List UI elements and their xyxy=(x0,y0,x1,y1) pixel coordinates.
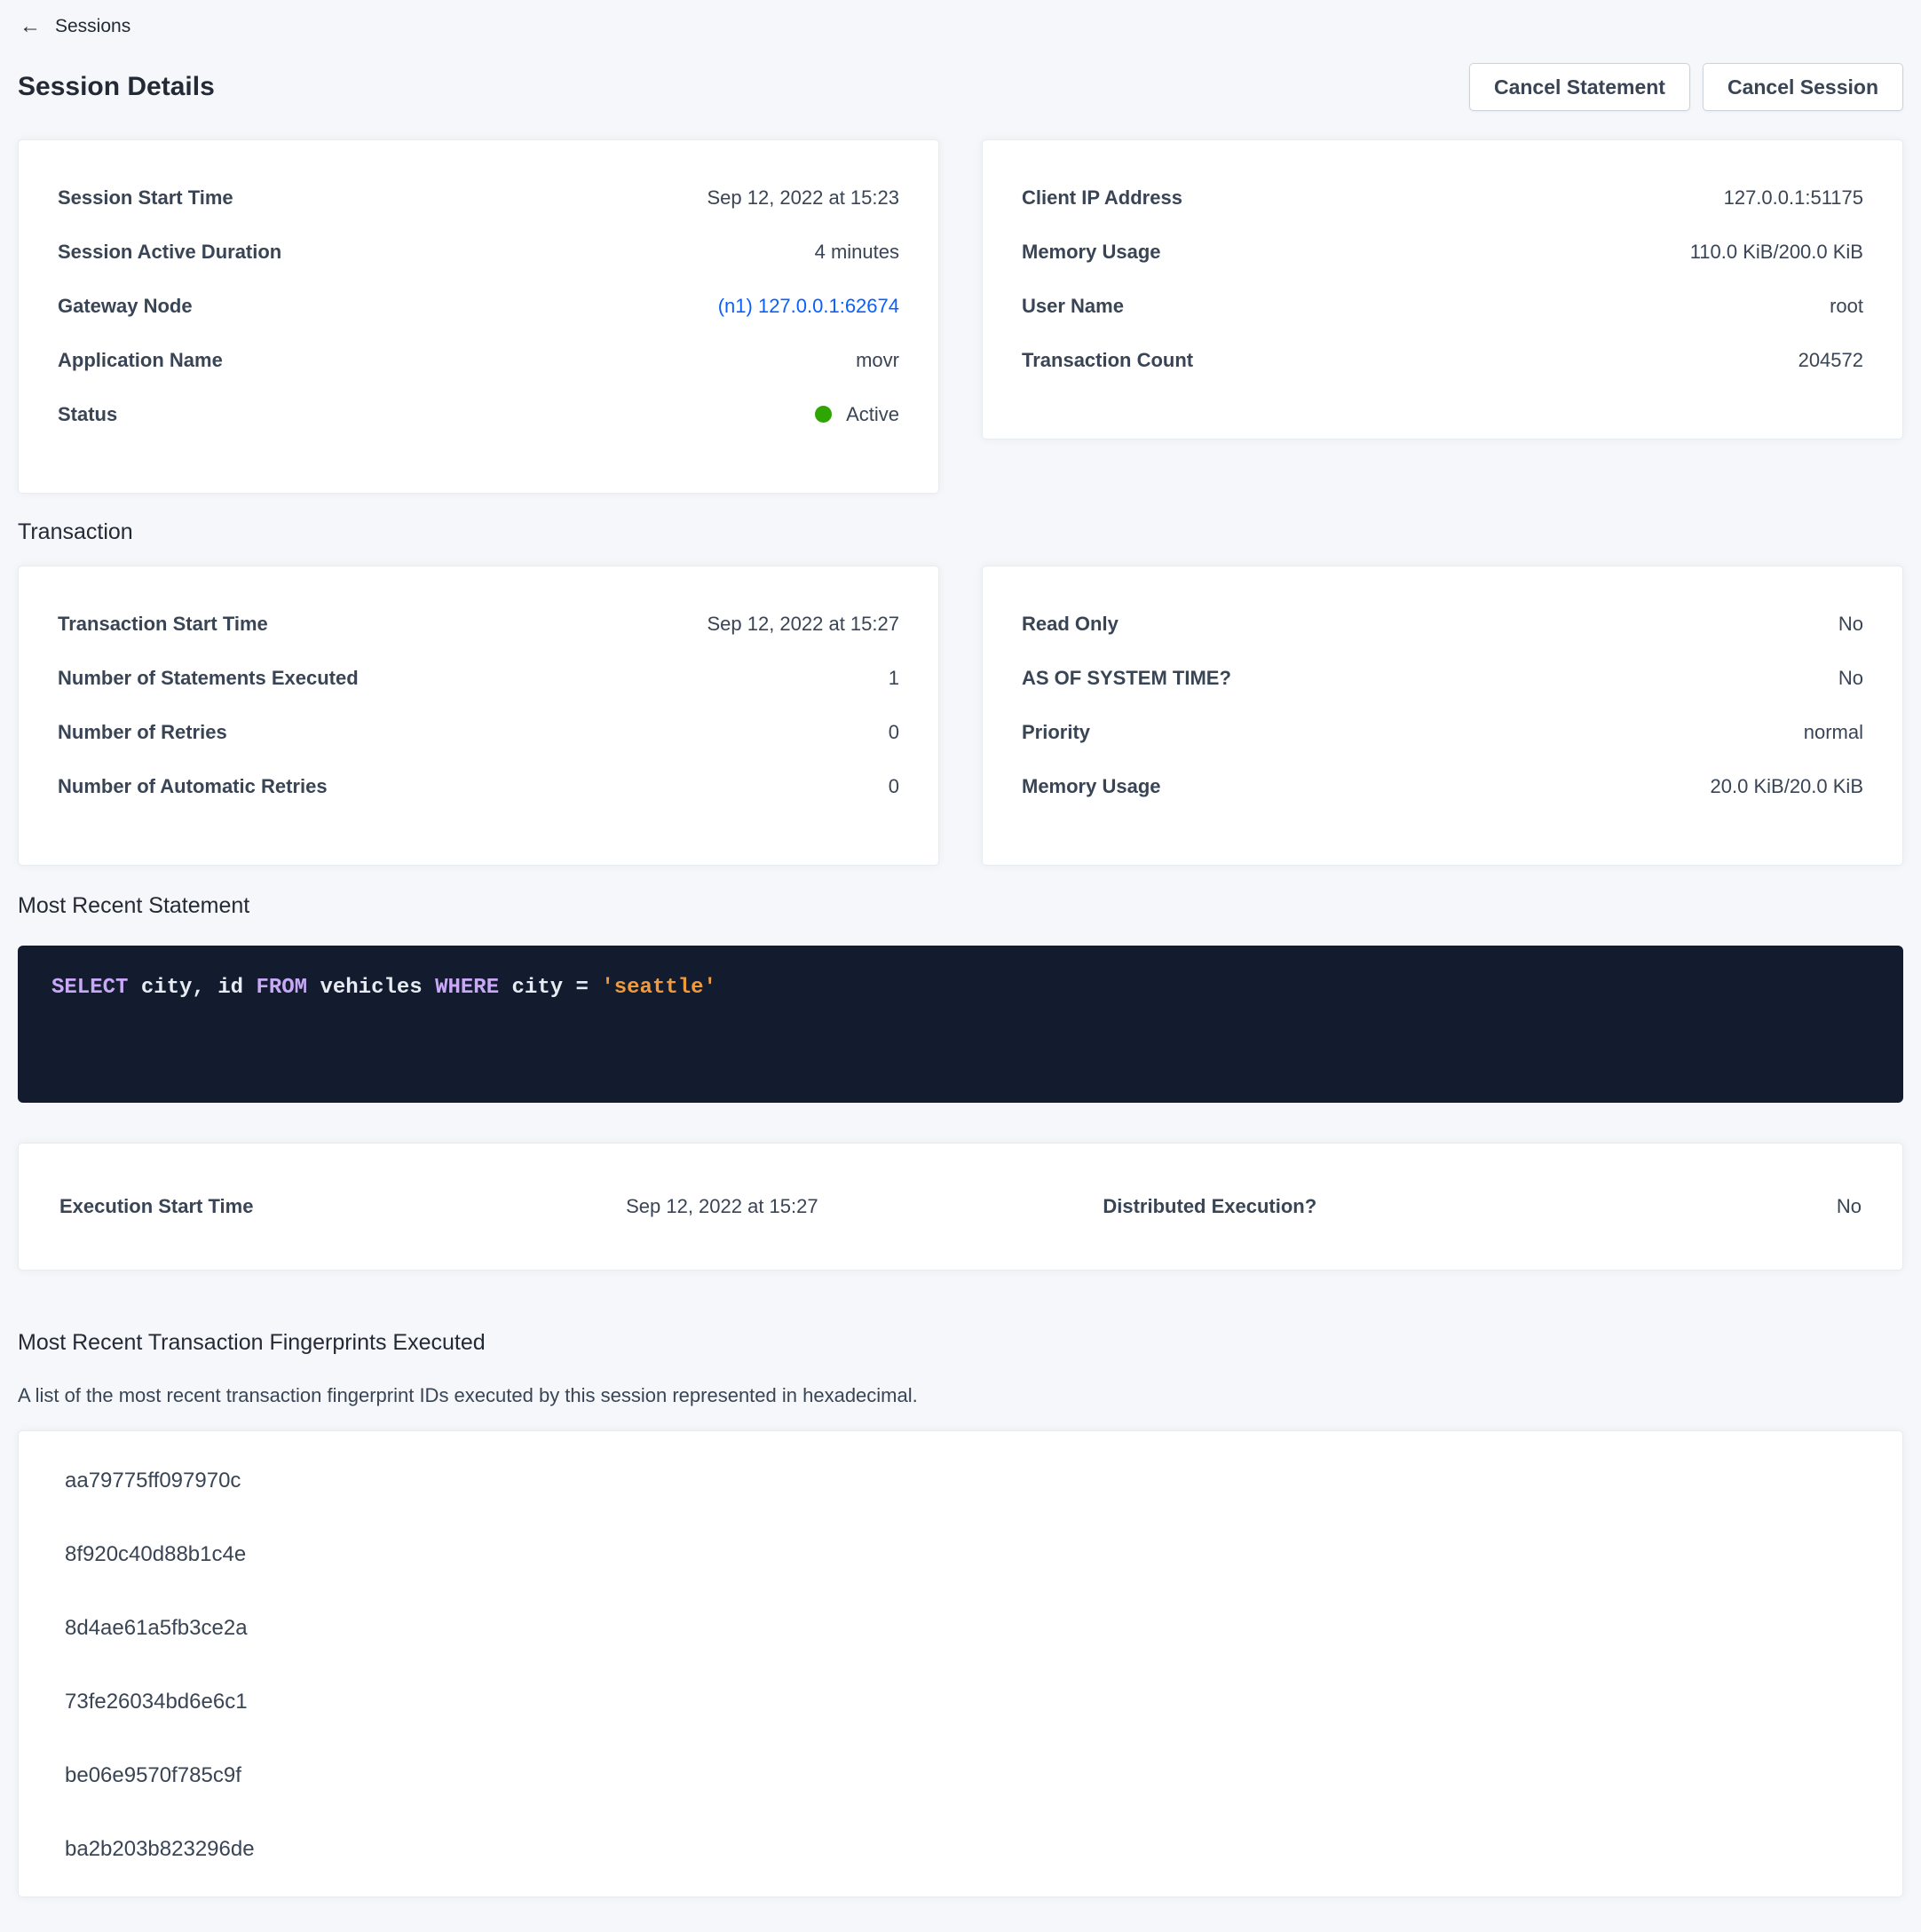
cancel-statement-button[interactable]: Cancel Statement xyxy=(1469,63,1690,111)
gateway-node-row: Gateway Node (n1) 127.0.0.1:62674 xyxy=(58,279,899,333)
fingerprints-description: A list of the most recent transaction fi… xyxy=(18,1382,1903,1409)
fingerprint-id-item: aa79775ff097970c xyxy=(19,1444,1902,1517)
status-row: Status Active xyxy=(58,387,899,441)
transaction-start-time-label: Transaction Start Time xyxy=(58,613,268,636)
transaction-memory-usage-value: 20.0 KiB/20.0 KiB xyxy=(1711,775,1863,798)
fingerprint-id-item: ba2b203b823296de xyxy=(19,1812,1902,1886)
execution-details-row: Execution Start Time Sep 12, 2022 at 15:… xyxy=(59,1195,1862,1218)
read-only-value: No xyxy=(1838,613,1863,636)
header-actions: Cancel Statement Cancel Session xyxy=(1469,63,1903,111)
as-of-system-time-label: AS OF SYSTEM TIME? xyxy=(1022,667,1231,690)
user-name-row: User Name root xyxy=(1022,279,1863,333)
session-summary-section: Session Start Time Sep 12, 2022 at 15:23… xyxy=(18,139,1903,494)
priority-label: Priority xyxy=(1022,721,1090,744)
fingerprint-id-item: 8d4ae61a5fb3ce2a xyxy=(19,1591,1902,1665)
distributed-execution-value: No xyxy=(1837,1195,1862,1218)
session-memory-usage-row: Memory Usage 110.0 KiB/200.0 KiB xyxy=(1022,225,1863,279)
status-label: Status xyxy=(58,403,117,426)
execution-start-time-pair: Execution Start Time Sep 12, 2022 at 15:… xyxy=(59,1195,818,1218)
session-active-duration-row: Session Active Duration 4 minutes xyxy=(58,225,899,279)
statements-executed-label: Number of Statements Executed xyxy=(58,667,359,690)
fingerprint-id-item: 8f920c40d88b1c4e xyxy=(19,1517,1902,1591)
session-active-duration-value: 4 minutes xyxy=(815,241,899,264)
fingerprints-section-heading: Most Recent Transaction Fingerprints Exe… xyxy=(18,1329,1903,1356)
read-only-row: Read Only No xyxy=(1022,597,1863,651)
sql-plain-predicate: city = xyxy=(499,976,601,1000)
cancel-session-button[interactable]: Cancel Session xyxy=(1703,63,1903,111)
priority-value: normal xyxy=(1804,721,1863,744)
transaction-card-right: Read Only No AS OF SYSTEM TIME? No Prior… xyxy=(982,566,1903,866)
distributed-execution-pair: Distributed Execution? No xyxy=(1103,1195,1862,1218)
user-name-value: root xyxy=(1830,295,1863,318)
application-name-value: movr xyxy=(856,349,899,372)
page-title: Session Details xyxy=(18,71,215,103)
retries-row: Number of Retries 0 xyxy=(58,705,899,759)
sql-keyword-select: SELECT xyxy=(51,976,128,1000)
sql-plain-columns: city, id xyxy=(128,976,256,1000)
automatic-retries-row: Number of Automatic Retries 0 xyxy=(58,759,899,813)
breadcrumb-back-sessions[interactable]: ← Sessions xyxy=(18,11,132,43)
transaction-count-row: Transaction Count 204572 xyxy=(1022,333,1863,387)
statements-executed-row: Number of Statements Executed 1 xyxy=(58,651,899,705)
session-details-page: ← Sessions Session Details Cancel Statem… xyxy=(0,0,1921,1897)
application-name-row: Application Name movr xyxy=(58,333,899,387)
priority-row: Priority normal xyxy=(1022,705,1863,759)
retries-value: 0 xyxy=(889,721,899,744)
fingerprint-id-item: be06e9570f785c9f xyxy=(19,1738,1902,1812)
transaction-section-heading: Transaction xyxy=(18,519,1903,545)
read-only-label: Read Only xyxy=(1022,613,1119,636)
client-ip-label: Client IP Address xyxy=(1022,186,1182,210)
fingerprint-id-item: 73fe26034bd6e6c1 xyxy=(19,1665,1902,1738)
as-of-system-time-value: No xyxy=(1838,667,1863,690)
transaction-memory-usage-row: Memory Usage 20.0 KiB/20.0 KiB xyxy=(1022,759,1863,813)
execution-start-time-label: Execution Start Time xyxy=(59,1195,253,1218)
retries-label: Number of Retries xyxy=(58,721,227,744)
sql-string-literal: 'seattle' xyxy=(601,976,716,1000)
client-ip-value: 127.0.0.1:51175 xyxy=(1724,186,1863,210)
session-memory-usage-value: 110.0 KiB/200.0 KiB xyxy=(1690,241,1863,264)
sql-keyword-where: WHERE xyxy=(435,976,499,1000)
gateway-node-link[interactable]: (n1) 127.0.0.1:62674 xyxy=(718,295,899,318)
back-arrow-icon: ← xyxy=(20,16,41,37)
sql-statement-box: SELECT city, id FROM vehicles WHERE city… xyxy=(18,946,1903,1103)
transaction-section: Transaction Start Time Sep 12, 2022 at 1… xyxy=(18,566,1903,866)
user-name-label: User Name xyxy=(1022,295,1124,318)
client-ip-row: Client IP Address 127.0.0.1:51175 xyxy=(1022,170,1863,225)
breadcrumb-label: Sessions xyxy=(55,14,130,39)
fingerprints-card: aa79775ff097970c 8f920c40d88b1c4e 8d4ae6… xyxy=(18,1430,1903,1897)
status-value: Active xyxy=(815,403,899,426)
transaction-memory-usage-label: Memory Usage xyxy=(1022,775,1161,798)
session-start-time-row: Session Start Time Sep 12, 2022 at 15:23 xyxy=(58,170,899,225)
sql-plain-table: vehicles xyxy=(307,976,435,1000)
session-summary-card-right: Client IP Address 127.0.0.1:51175 Memory… xyxy=(982,139,1903,439)
sql-keyword-from: FROM xyxy=(256,976,307,1000)
session-memory-usage-label: Memory Usage xyxy=(1022,241,1161,264)
transaction-card-left: Transaction Start Time Sep 12, 2022 at 1… xyxy=(18,566,939,866)
statements-executed-value: 1 xyxy=(889,667,899,690)
automatic-retries-value: 0 xyxy=(889,775,899,798)
execution-start-time-value: Sep 12, 2022 at 15:27 xyxy=(626,1195,818,1218)
statement-section-heading: Most Recent Statement xyxy=(18,892,1903,919)
gateway-node-label: Gateway Node xyxy=(58,295,193,318)
transaction-start-time-row: Transaction Start Time Sep 12, 2022 at 1… xyxy=(58,597,899,651)
title-row: Session Details Cancel Statement Cancel … xyxy=(18,62,1903,112)
distributed-execution-label: Distributed Execution? xyxy=(1103,1195,1316,1218)
session-start-time-value: Sep 12, 2022 at 15:23 xyxy=(707,186,899,210)
session-start-time-label: Session Start Time xyxy=(58,186,233,210)
status-active-dot-icon xyxy=(815,406,832,423)
session-summary-card-left: Session Start Time Sep 12, 2022 at 15:23… xyxy=(18,139,939,494)
transaction-start-time-value: Sep 12, 2022 at 15:27 xyxy=(707,613,899,636)
execution-details-card: Execution Start Time Sep 12, 2022 at 15:… xyxy=(18,1143,1903,1271)
automatic-retries-label: Number of Automatic Retries xyxy=(58,775,328,798)
transaction-count-label: Transaction Count xyxy=(1022,349,1193,372)
as-of-system-time-row: AS OF SYSTEM TIME? No xyxy=(1022,651,1863,705)
session-active-duration-label: Session Active Duration xyxy=(58,241,281,264)
sql-statement-code: SELECT city, id FROM vehicles WHERE city… xyxy=(51,975,1870,1002)
application-name-label: Application Name xyxy=(58,349,223,372)
status-text: Active xyxy=(846,403,899,426)
transaction-count-value: 204572 xyxy=(1798,349,1863,372)
